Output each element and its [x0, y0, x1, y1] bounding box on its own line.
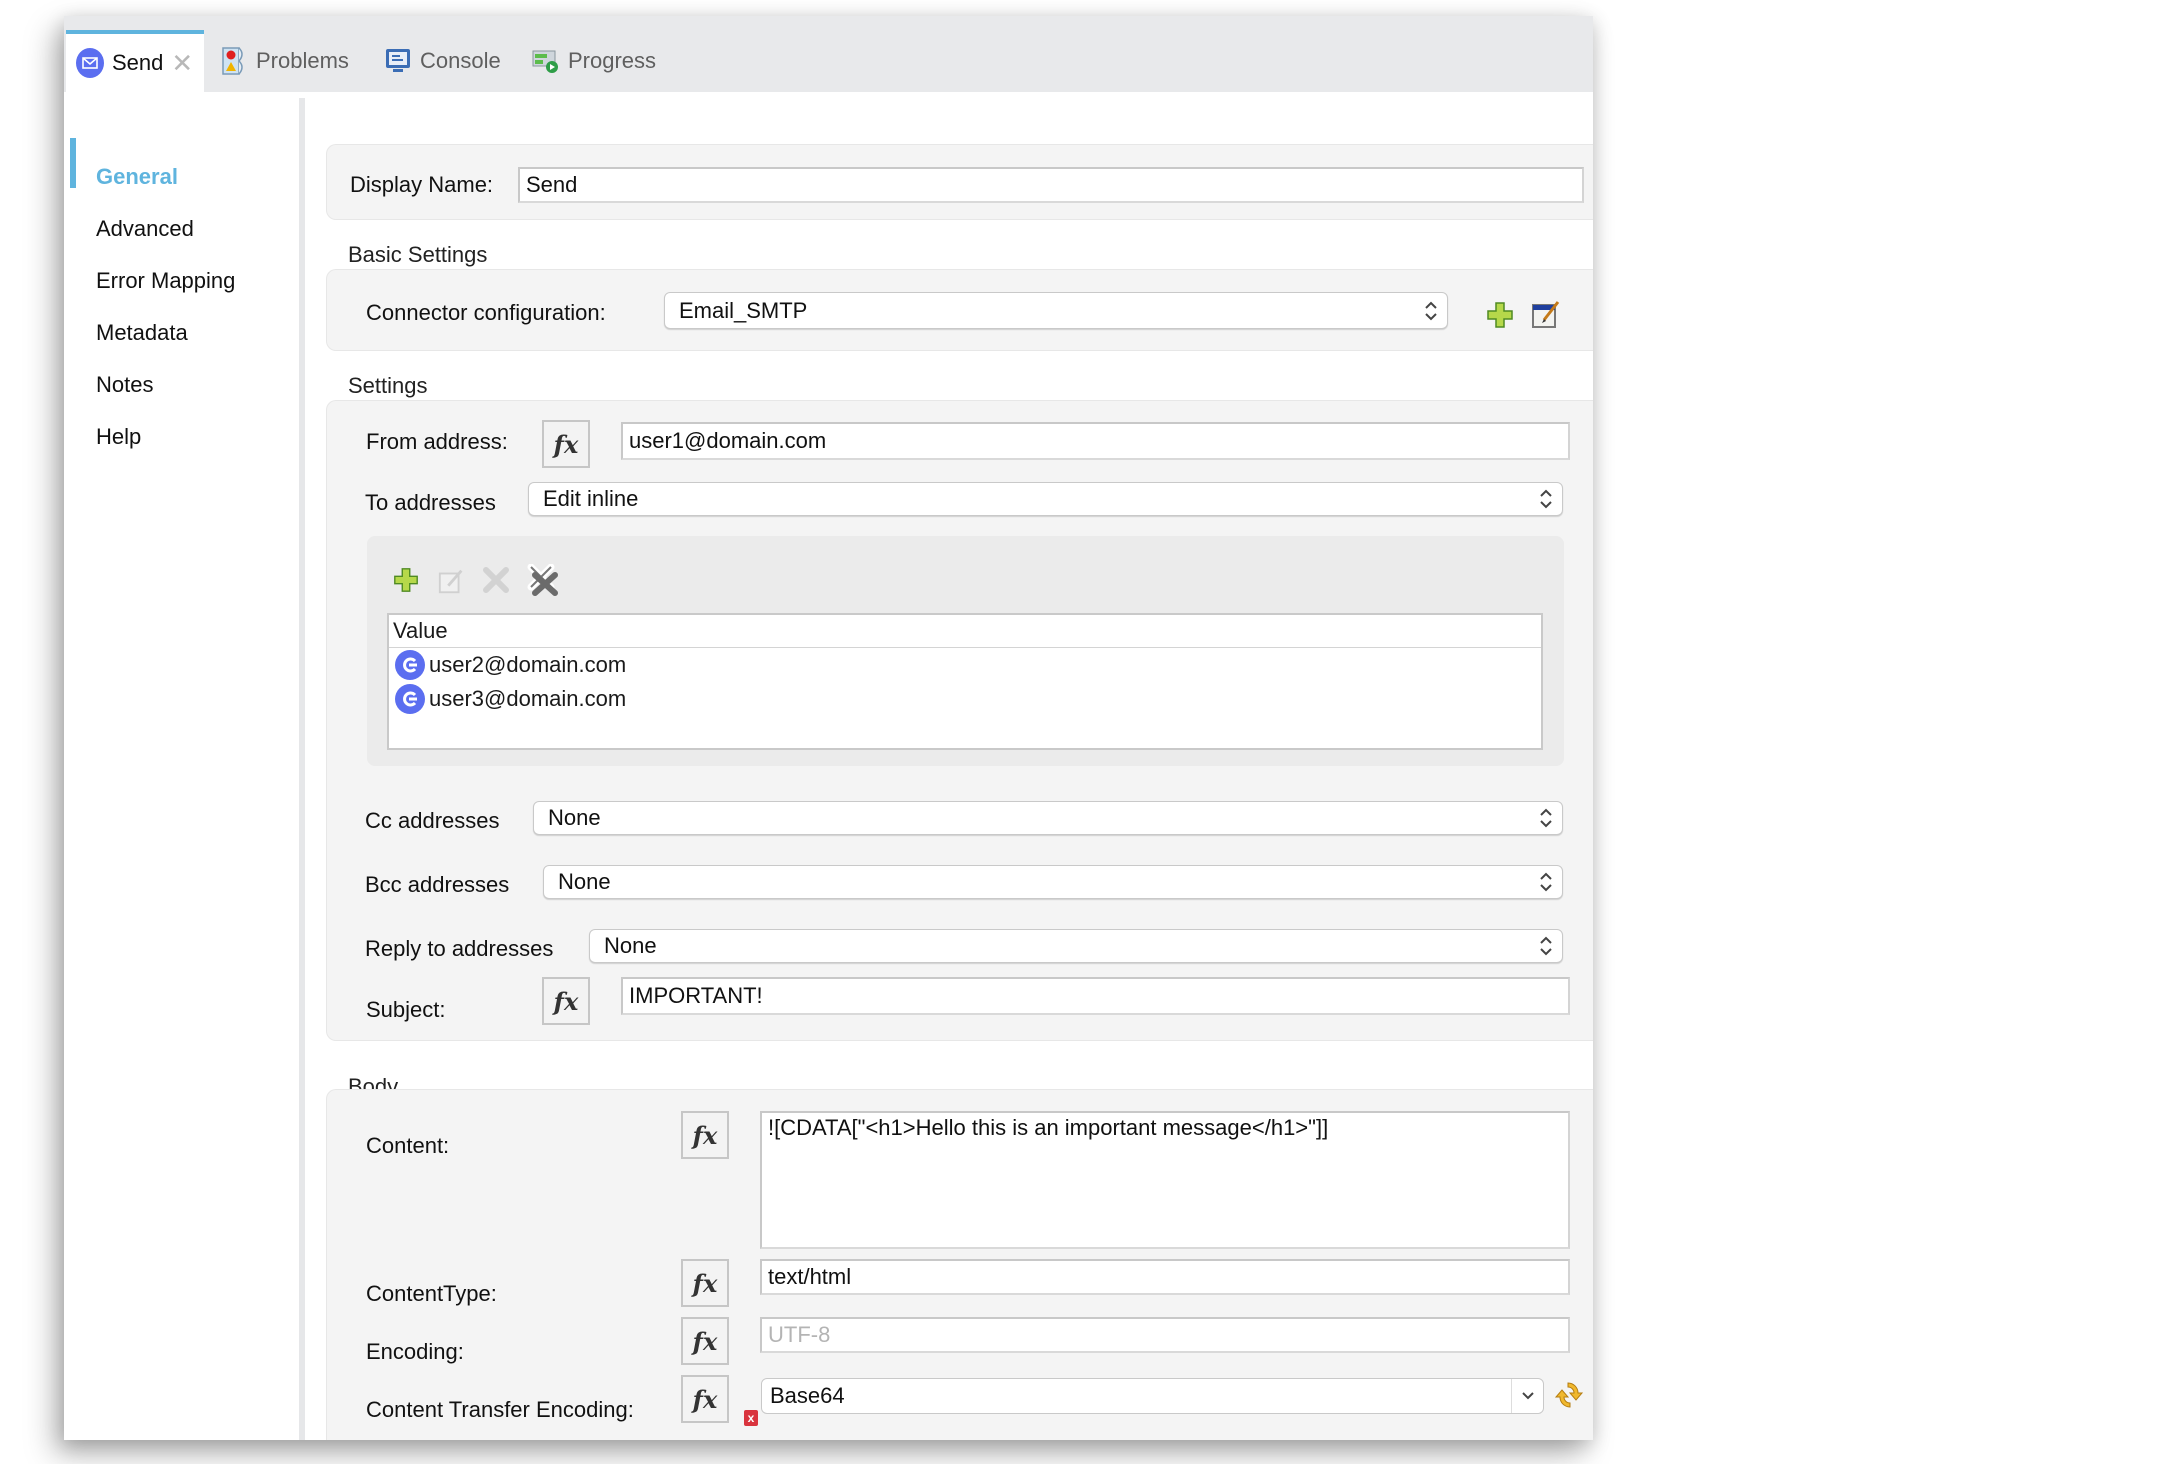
- bcc-addresses-label: Bcc addresses: [365, 872, 510, 897]
- sidebar-divider[interactable]: [299, 98, 305, 1440]
- bcc-addresses-select[interactable]: None: [543, 865, 1563, 899]
- content-type-fx-button[interactable]: fx: [681, 1259, 729, 1307]
- updown-arrows-icon: [1540, 489, 1552, 509]
- delete-all-rows-icon[interactable]: [526, 563, 558, 596]
- connector-configuration-value: Email_SMTP: [679, 297, 808, 323]
- refresh-icon[interactable]: [1554, 1379, 1584, 1409]
- basic-settings-title: Basic Settings: [348, 242, 488, 267]
- constant-value-icon: [395, 650, 425, 680]
- display-name-input[interactable]: Send: [518, 167, 1584, 203]
- edit-row-icon[interactable]: [437, 566, 467, 596]
- fx-icon: fx: [692, 1384, 718, 1414]
- encoding-input[interactable]: UTF-8: [760, 1317, 1570, 1353]
- content-label: Content:: [366, 1133, 450, 1158]
- subject-input[interactable]: IMPORTANT!: [621, 977, 1570, 1015]
- email-send-icon: [76, 48, 104, 78]
- properties-window: Send ✕ Problems Console Progress General…: [64, 16, 1593, 1440]
- delete-row-icon[interactable]: [482, 566, 512, 596]
- encoding-fx-button[interactable]: fx: [681, 1317, 729, 1365]
- content-transfer-encoding-fx-button[interactable]: fx: [681, 1375, 729, 1423]
- display-name-label: Display Name:: [350, 172, 494, 197]
- to-address-value: user2@domain.com: [429, 652, 627, 677]
- to-addresses-table: Value user2@domain.com user3@domain.com: [387, 613, 1543, 750]
- sidebar-item-notes[interactable]: Notes: [96, 372, 153, 398]
- add-row-icon[interactable]: [392, 566, 422, 596]
- bcc-addresses-value: None: [558, 869, 611, 894]
- tab-send-label: Send: [112, 50, 164, 75]
- to-address-value: user3@domain.com: [429, 686, 627, 711]
- content-type-label: ContentType:: [366, 1281, 497, 1306]
- from-address-fx-button[interactable]: fx: [542, 420, 590, 468]
- from-address-input[interactable]: user1@domain.com: [621, 422, 1570, 460]
- sidebar-item-general[interactable]: General: [96, 164, 178, 190]
- subject-label: Subject:: [366, 997, 446, 1022]
- fx-icon: fx: [553, 986, 579, 1016]
- console-icon: [384, 47, 412, 75]
- cc-addresses-label: Cc addresses: [365, 808, 500, 833]
- sidebar-item-help[interactable]: Help: [96, 424, 141, 450]
- reply-to-addresses-select[interactable]: None: [589, 929, 1563, 963]
- encoding-label: Encoding:: [366, 1339, 464, 1364]
- tab-console[interactable]: Console: [384, 30, 501, 92]
- fx-icon: fx: [553, 429, 579, 459]
- tab-send[interactable]: Send ✕: [66, 30, 204, 92]
- sidebar-active-marker: [70, 138, 76, 188]
- fx-icon: fx: [692, 1268, 718, 1298]
- progress-icon: [532, 47, 560, 75]
- content-textarea[interactable]: ![CDATA["<h1>Hello this is an important …: [760, 1111, 1570, 1249]
- reply-to-addresses-value: None: [604, 933, 657, 958]
- tab-problems[interactable]: Problems: [220, 30, 349, 92]
- table-row[interactable]: user3@domain.com: [389, 682, 1541, 716]
- connector-configuration-label: Connector configuration:: [366, 300, 606, 325]
- edit-configuration-icon[interactable]: [1530, 298, 1560, 328]
- tab-strip: Send ✕ Problems Console Progress: [64, 16, 1593, 92]
- updown-arrows-icon: [1540, 872, 1552, 892]
- tab-problems-label: Problems: [256, 48, 349, 73]
- error-icon: x: [744, 1410, 758, 1426]
- chevron-down-icon[interactable]: [1511, 1379, 1543, 1413]
- updown-arrows-icon: [1425, 301, 1437, 320]
- problems-icon: [220, 47, 248, 75]
- sidebar-item-error-mapping[interactable]: Error Mapping: [96, 268, 235, 294]
- content-transfer-encoding-value: Base64: [770, 1383, 845, 1408]
- table-row[interactable]: user2@domain.com: [389, 648, 1541, 682]
- content-transfer-encoding-label: Content Transfer Encoding:: [366, 1397, 634, 1422]
- tab-console-label: Console: [420, 48, 501, 73]
- close-icon[interactable]: ✕: [171, 50, 193, 76]
- settings-title: Settings: [348, 373, 428, 398]
- table-header-value[interactable]: Value: [389, 615, 1541, 648]
- updown-arrows-icon: [1540, 936, 1552, 956]
- cc-addresses-select[interactable]: None: [533, 801, 1563, 835]
- content-fx-button[interactable]: fx: [681, 1111, 729, 1159]
- content-transfer-encoding-combo[interactable]: Base64: [761, 1378, 1544, 1414]
- cc-addresses-value: None: [548, 805, 601, 830]
- add-configuration-icon[interactable]: [1485, 300, 1515, 330]
- constant-value-icon: [395, 684, 425, 714]
- updown-arrows-icon: [1540, 808, 1552, 828]
- fx-icon: fx: [692, 1326, 718, 1356]
- fx-icon: fx: [692, 1120, 718, 1150]
- sidebar-item-metadata[interactable]: Metadata: [96, 320, 188, 346]
- connector-configuration-select[interactable]: Email_SMTP: [664, 292, 1448, 329]
- tab-progress-label: Progress: [568, 48, 657, 73]
- to-addresses-value: Edit inline: [543, 486, 639, 511]
- reply-to-addresses-label: Reply to addresses: [365, 936, 554, 961]
- to-addresses-select[interactable]: Edit inline: [528, 482, 1563, 516]
- sidebar-item-advanced[interactable]: Advanced: [96, 216, 194, 242]
- to-addresses-label: To addresses: [365, 490, 496, 515]
- sidebar: [64, 92, 299, 1440]
- content-type-input[interactable]: text/html: [760, 1259, 1570, 1295]
- tab-progress[interactable]: Progress: [532, 30, 656, 92]
- from-address-label: From address:: [366, 429, 508, 454]
- subject-fx-button[interactable]: fx: [542, 977, 590, 1025]
